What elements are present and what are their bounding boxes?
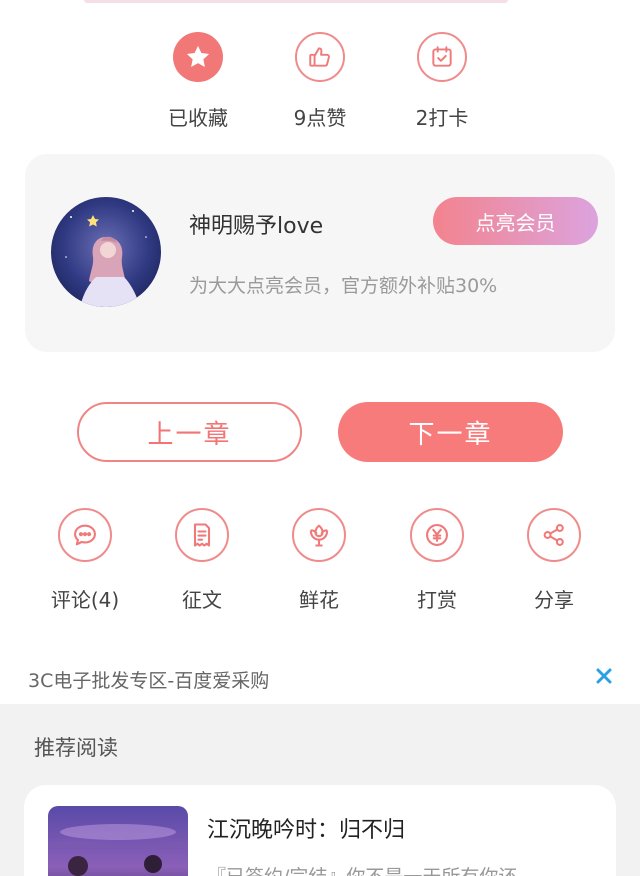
ad-link[interactable]: 3C电子批发专区-百度爱采购 [28, 666, 269, 693]
comment-button[interactable]: 评论(4) [30, 508, 140, 613]
recommend-book-card[interactable]: 江沉晚吟时：归不归 『已签约/完结』你不是一天所有你还… [24, 785, 616, 876]
member-card: 神明赐予love 为大大点亮会员，官方额外补贴30% 点亮会员 [25, 154, 615, 352]
prev-chapter-button[interactable]: 上一章 [77, 402, 302, 462]
flower-label: 鲜花 [299, 588, 339, 612]
comment-icon [58, 508, 112, 562]
recommend-section: 推荐阅读 江沉晚吟时：归不归 『已签约/完结』 [0, 704, 640, 876]
essay-icon [175, 508, 229, 562]
top-remnant-bar [84, 0, 508, 3]
activate-vip-button[interactable]: 点亮会员 [433, 197, 598, 245]
next-chapter-button[interactable]: 下一章 [338, 402, 563, 462]
member-description: 为大大点亮会员，官方额外补贴30% [189, 275, 498, 297]
book-description: 『已签约/完结』你不是一天所有你还… [207, 862, 597, 876]
book-cover[interactable] [48, 806, 188, 876]
share-label: 分享 [534, 588, 574, 612]
flower-button[interactable]: 鲜花 [264, 508, 374, 613]
share-icon [527, 508, 581, 562]
reward-label: 打赏 [417, 588, 457, 612]
avatar[interactable] [51, 197, 161, 307]
comment-label: 评论(4) [50, 588, 120, 612]
thumbs-up-icon [295, 32, 345, 82]
book-title: 江沉晚吟时：归不归 [207, 818, 406, 843]
calendar-check-icon [417, 32, 467, 82]
like-count-label: 9点赞 [293, 106, 347, 130]
checkin-button[interactable]: 2打卡 [392, 32, 492, 131]
yen-coin-icon [410, 508, 464, 562]
favorite-button[interactable]: 已收藏 [148, 32, 248, 131]
share-button[interactable]: 分享 [499, 508, 609, 613]
close-icon[interactable] [592, 664, 616, 688]
favorite-label: 已收藏 [168, 106, 228, 130]
action-bar: 评论(4) 征文 鲜花 打赏 分享 [0, 508, 640, 618]
star-icon [173, 32, 223, 82]
like-button[interactable]: 9点赞 [270, 32, 370, 131]
member-name: 神明赐予love [189, 214, 324, 239]
flower-icon [292, 508, 346, 562]
recommend-title: 推荐阅读 [34, 736, 118, 760]
reward-button[interactable]: 打赏 [382, 508, 492, 613]
essay-button[interactable]: 征文 [147, 508, 257, 613]
essay-label: 征文 [182, 588, 222, 612]
reaction-bar: 已收藏 9点赞 2打卡 [0, 32, 640, 132]
checkin-count-label: 2打卡 [415, 106, 469, 130]
